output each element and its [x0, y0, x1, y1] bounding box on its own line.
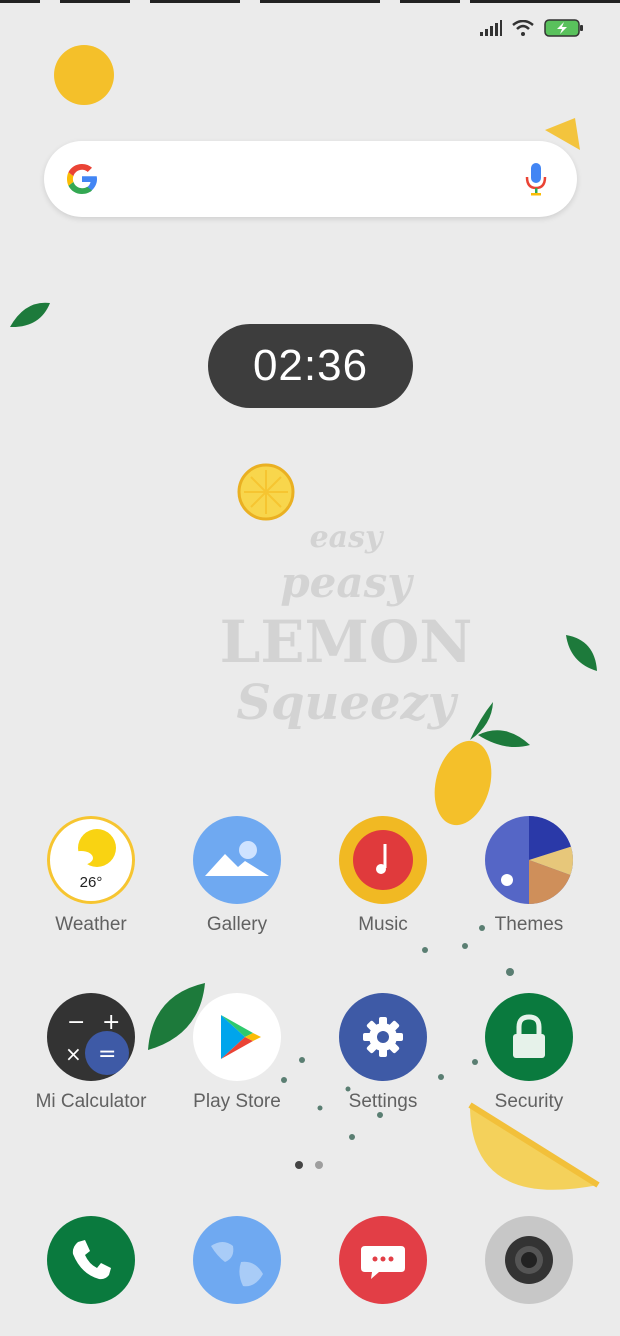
play-store-icon: [193, 993, 281, 1081]
calculator-icon: − + × =: [47, 993, 135, 1081]
wallpaper-text-easy: easy: [309, 520, 383, 555]
google-search-bar[interactable]: [44, 141, 577, 217]
app-weather[interactable]: 26° Weather: [21, 816, 161, 936]
page-indicator: [295, 1161, 323, 1169]
signal-icon: [480, 20, 502, 36]
page-dot[interactable]: [315, 1161, 323, 1169]
weather-icon: 26°: [47, 816, 135, 904]
app-label-mi-calculator: Mi Calculator: [35, 1091, 147, 1112]
wallpaper-text-lemon: LEMON: [219, 608, 473, 676]
clock-widget[interactable]: 02:36: [208, 324, 413, 408]
app-label-weather: Weather: [55, 914, 127, 935]
themes-icon: [485, 816, 573, 904]
camera-icon[interactable]: [485, 1216, 573, 1304]
app-label-music: Music: [358, 914, 408, 935]
phone-icon[interactable]: [47, 1216, 135, 1304]
app-label-play-store: Play Store: [193, 1091, 281, 1112]
app-label-gallery: Gallery: [206, 914, 268, 935]
app-label-security: Security: [494, 1091, 564, 1112]
svg-text:×: ×: [65, 1042, 82, 1066]
page-dot[interactable]: [295, 1161, 303, 1169]
wallpaper-text-squeezy: Squeezy: [236, 675, 456, 731]
app-themes[interactable]: Themes: [459, 816, 599, 936]
wallpaper-text-peasy: peasy: [280, 558, 412, 607]
app-label-themes: Themes: [494, 914, 564, 935]
settings-gear-icon: [339, 993, 427, 1081]
messaging-icon[interactable]: [339, 1216, 427, 1304]
app-mi-calculator[interactable]: − + × = Mi Calculator: [21, 993, 161, 1113]
app-play-store[interactable]: Play Store: [167, 993, 307, 1113]
weather-temp: 26°: [79, 874, 103, 891]
gallery-icon: [193, 816, 281, 904]
battery-charging-icon: [544, 19, 583, 37]
app-gallery[interactable]: Gallery: [167, 816, 307, 936]
wifi-icon: [512, 20, 534, 36]
browser-icon[interactable]: [193, 1216, 281, 1304]
status-bar: [480, 18, 584, 38]
music-icon: [339, 816, 427, 904]
security-lock-icon: [485, 993, 573, 1081]
google-g-icon: [67, 164, 97, 194]
app-settings[interactable]: Settings: [313, 993, 453, 1113]
svg-text:−: −: [67, 1010, 85, 1035]
microphone-icon[interactable]: [525, 161, 547, 197]
svg-text:=: =: [98, 1042, 116, 1067]
app-security[interactable]: Security: [459, 993, 599, 1113]
app-label-settings: Settings: [348, 1091, 418, 1112]
app-music[interactable]: Music: [313, 816, 453, 936]
